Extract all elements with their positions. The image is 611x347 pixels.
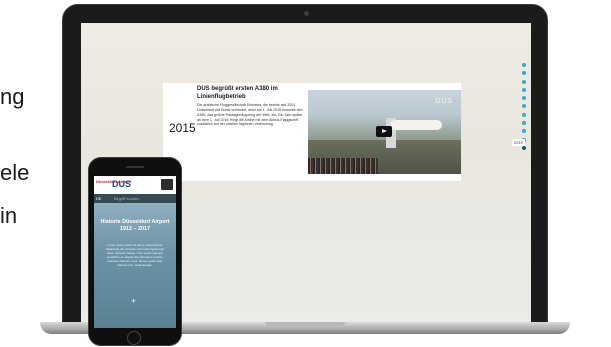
entry-year: 2015 <box>169 121 196 135</box>
current-year-chip: 2015 <box>512 139 525 146</box>
camera-icon <box>304 11 309 16</box>
play-icon[interactable] <box>376 126 392 137</box>
home-button[interactable] <box>127 331 141 345</box>
video-thumbnail-plane <box>390 120 442 130</box>
timeline-dot[interactable] <box>522 104 526 109</box>
timeline-dot[interactable] <box>522 79 526 84</box>
background-text-fragment: in <box>0 203 18 228</box>
timeline-dot[interactable] <box>522 87 526 92</box>
menu-icon[interactable] <box>161 179 173 190</box>
phone-speaker <box>126 166 144 168</box>
mobile-header: Düsseldorf Airport DUS <box>94 176 176 194</box>
mobile-hero: Historie Düsseldorf Airport 1912 – 2017 … <box>94 203 176 328</box>
entry-body: Die arabische Fluggesellschaft Emirates,… <box>197 103 304 127</box>
laptop-notch <box>265 322 345 326</box>
video-player[interactable]: DUS <box>308 90 461 174</box>
entry-title: DUS begrüßt ersten A380 im Linienflugbet… <box>197 86 278 100</box>
timeline-dot[interactable] <box>522 96 526 101</box>
search-input[interactable]: Begriff suchen <box>114 196 140 201</box>
timeline-dot-active[interactable] <box>522 145 526 150</box>
background-text-fragment: ng <box>0 84 25 109</box>
timeline-dot[interactable] <box>522 112 526 117</box>
phone-screen: Düsseldorf Airport DUS DE Begriff suchen… <box>94 176 176 328</box>
background-text-fragment: ele <box>0 160 30 185</box>
plus-icon[interactable]: + <box>131 296 136 306</box>
timeline-dot[interactable] <box>522 129 526 134</box>
timeline-entry: 2015 DUS begrüßt ersten A380 im Linienfl… <box>163 83 461 181</box>
timeline-dot[interactable] <box>522 63 526 67</box>
timeline-dot[interactable] <box>522 71 526 76</box>
mobile-search-bar: DE Begriff suchen <box>94 194 176 203</box>
mobile-intro-text: Lorem ipsum dolor sit amet, consectetuer… <box>105 243 165 268</box>
phone: Düsseldorf Airport DUS DE Begriff suchen… <box>88 157 182 346</box>
mobile-title: Historie Düsseldorf Airport 1912 – 2017 <box>100 219 170 233</box>
dus-logo[interactable]: DUS <box>112 179 131 189</box>
language-select[interactable]: DE <box>96 196 102 201</box>
timeline-dot[interactable] <box>522 121 526 126</box>
video-thumbnail-crowd <box>308 158 378 174</box>
video-watermark: DUS <box>435 98 453 105</box>
